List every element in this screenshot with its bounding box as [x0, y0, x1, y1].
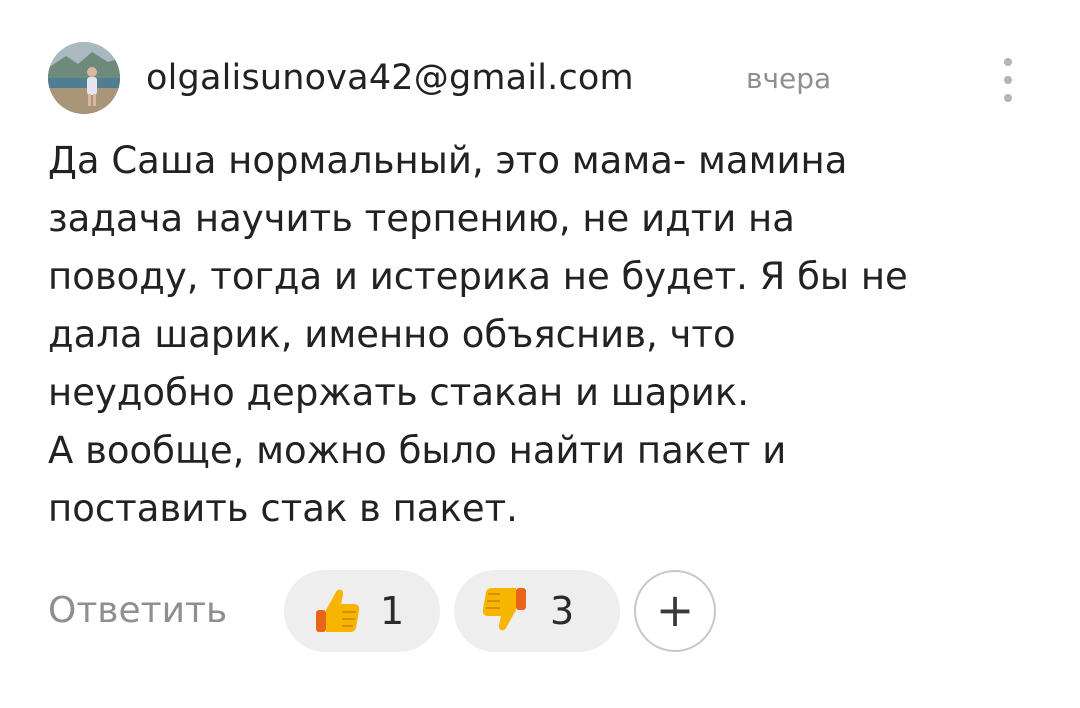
- avatar[interactable]: [48, 42, 120, 114]
- comment-body: Да Саша нормальный, это мама- мамина зад…: [48, 132, 1038, 538]
- more-vertical-icon[interactable]: [996, 58, 1020, 102]
- comment-actions: Ответить 1 3 +: [48, 568, 768, 654]
- comment-paragraph: Да Саша нормальный, это мама- мамина зад…: [48, 139, 908, 414]
- like-count: 1: [380, 589, 405, 633]
- comment-header: olgalisunova42@gmail.com вчера: [48, 42, 1038, 114]
- add-reaction-button[interactable]: +: [634, 570, 716, 652]
- thumbs-up-icon: [316, 589, 360, 632]
- comment-card: olgalisunova42@gmail.com вчера Да Саша н…: [0, 0, 1080, 708]
- reply-button[interactable]: Ответить: [48, 586, 227, 636]
- author-name[interactable]: olgalisunova42@gmail.com: [146, 54, 634, 102]
- like-button[interactable]: 1: [284, 570, 440, 652]
- dislike-button[interactable]: 3: [454, 570, 620, 652]
- avatar-photo-icon: [48, 42, 120, 114]
- dislike-count: 3: [550, 589, 575, 633]
- plus-icon: +: [655, 583, 695, 637]
- thumbs-down-icon: [482, 588, 526, 631]
- comment-timestamp: вчера: [746, 62, 832, 95]
- comment-paragraph: А вообще, можно было найти пакет и поста…: [48, 429, 787, 530]
